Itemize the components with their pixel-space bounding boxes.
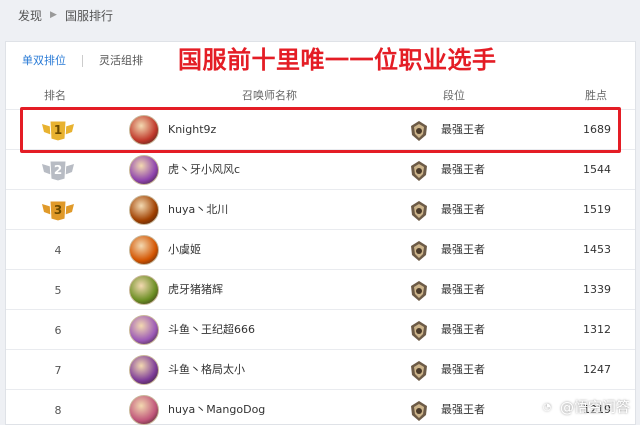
gold-rank-badge-icon: 1 bbox=[41, 118, 75, 142]
summoner-name[interactable]: 斗鱼丶格局太小 bbox=[168, 350, 245, 390]
champion-avatar[interactable] bbox=[129, 355, 159, 385]
challenger-tier-icon bbox=[410, 121, 428, 141]
table-row[interactable]: 5 虎牙猪猪辉 最强王者 1339 bbox=[6, 269, 635, 309]
summoner-name[interactable]: 虎牙猪猪辉 bbox=[168, 270, 223, 310]
lp-value: 1339 bbox=[583, 283, 611, 296]
tier-label: 最强王者 bbox=[441, 403, 485, 416]
summoner-name[interactable]: 虎丶牙小风风c bbox=[168, 150, 240, 190]
rank-number: 8 bbox=[54, 403, 62, 417]
summoner-name[interactable]: Knight9z bbox=[168, 110, 216, 150]
challenger-tier-icon bbox=[410, 321, 428, 341]
rank-number: 5 bbox=[54, 283, 62, 297]
table-row[interactable]: 7 斗鱼丶格局太小 最强王者 1247 bbox=[6, 349, 635, 389]
rank-cell: 8 bbox=[36, 390, 80, 425]
tier-label: 最强王者 bbox=[441, 283, 485, 296]
tab-solo-duo[interactable]: 单双排位 bbox=[6, 42, 82, 80]
watermark-logo-icon: ◔ bbox=[538, 398, 556, 416]
lp-value: 1312 bbox=[583, 323, 611, 336]
breadcrumb-separator-icon: ▶ bbox=[50, 10, 57, 20]
summoner-name[interactable]: huya丶MangoDog bbox=[168, 390, 265, 425]
table-row[interactable]: 4 小虞姬 最强王者 1453 bbox=[6, 229, 635, 269]
challenger-tier-icon bbox=[410, 401, 428, 421]
bronze-rank-badge-icon: 3 bbox=[41, 198, 75, 222]
rank-number: 4 bbox=[54, 243, 62, 257]
rank-cell: 3 bbox=[36, 190, 80, 230]
table-row[interactable]: 6 斗鱼丶王纪超666 最强王者 1312 bbox=[6, 309, 635, 349]
champion-avatar[interactable] bbox=[129, 115, 159, 145]
champion-avatar[interactable] bbox=[129, 235, 159, 265]
rank-cell: 4 bbox=[36, 230, 80, 270]
tier-label: 最强王者 bbox=[441, 323, 485, 336]
annotation-banner: 国服前十里唯一一位职业选手 bbox=[178, 46, 497, 74]
tab-flex[interactable]: 灵活组排 bbox=[83, 42, 159, 80]
watermark: ◔ @悟空问答 bbox=[538, 397, 630, 417]
tier-label: 最强王者 bbox=[441, 163, 485, 176]
watermark-text: @悟空问答 bbox=[560, 400, 630, 416]
lp-value: 1519 bbox=[583, 203, 611, 216]
rank-number: 3 bbox=[53, 203, 63, 217]
challenger-tier-icon bbox=[410, 201, 428, 221]
table-header: 排名 召唤师名称 段位 胜点 bbox=[6, 84, 635, 104]
summoner-name[interactable]: huya丶北川 bbox=[168, 190, 228, 230]
lp-value: 1247 bbox=[583, 363, 611, 376]
challenger-tier-icon bbox=[410, 161, 428, 181]
lp-value: 1544 bbox=[583, 163, 611, 176]
tier-label: 最强王者 bbox=[441, 363, 485, 376]
champion-avatar[interactable] bbox=[129, 155, 159, 185]
challenger-tier-icon bbox=[410, 241, 428, 261]
rank-number: 6 bbox=[54, 323, 62, 337]
rank-cell: 6 bbox=[36, 310, 80, 350]
breadcrumb-home[interactable]: 发现 bbox=[18, 7, 42, 24]
table-row[interactable]: 3 huya丶北川 最强王者 1519 bbox=[6, 189, 635, 229]
column-summoner: 召唤师名称 bbox=[242, 89, 297, 102]
champion-avatar[interactable] bbox=[129, 275, 159, 305]
challenger-tier-icon bbox=[410, 281, 428, 301]
rank-cell: 7 bbox=[36, 350, 80, 390]
silver-rank-badge-icon: 2 bbox=[41, 158, 75, 182]
breadcrumb: 发现 ▶ 国服排行 bbox=[18, 7, 113, 23]
table-row[interactable]: 2 虎丶牙小风风c 最强王者 1544 bbox=[6, 149, 635, 189]
summoner-name[interactable]: 斗鱼丶王纪超666 bbox=[168, 310, 255, 350]
rank-cell: 5 bbox=[36, 270, 80, 310]
champion-avatar[interactable] bbox=[129, 315, 159, 345]
lp-value: 1689 bbox=[583, 123, 611, 136]
rank-cell: 2 bbox=[36, 150, 80, 190]
ranking-panel: 单双排位 灵活组排 国服前十里唯一一位职业选手 排名 召唤师名称 段位 胜点 1… bbox=[5, 41, 636, 425]
column-tier: 段位 bbox=[443, 89, 465, 102]
table-row[interactable]: 1 Knight9z 最强王者 1689 bbox=[6, 109, 635, 149]
rank-number: 1 bbox=[53, 123, 63, 137]
breadcrumb-current: 国服排行 bbox=[64, 8, 113, 23]
challenger-tier-icon bbox=[410, 361, 428, 381]
column-rank: 排名 bbox=[44, 89, 66, 102]
summoner-name[interactable]: 小虞姬 bbox=[168, 230, 201, 270]
tier-label: 最强王者 bbox=[441, 123, 485, 136]
tier-label: 最强王者 bbox=[441, 243, 485, 256]
rank-number: 7 bbox=[54, 363, 62, 377]
column-lp: 胜点 bbox=[585, 89, 607, 102]
champion-avatar[interactable] bbox=[129, 395, 159, 425]
tier-label: 最强王者 bbox=[441, 203, 485, 216]
rank-number: 2 bbox=[53, 163, 63, 177]
rank-cell: 1 bbox=[36, 110, 80, 150]
champion-avatar[interactable] bbox=[129, 195, 159, 225]
lp-value: 1453 bbox=[583, 243, 611, 256]
